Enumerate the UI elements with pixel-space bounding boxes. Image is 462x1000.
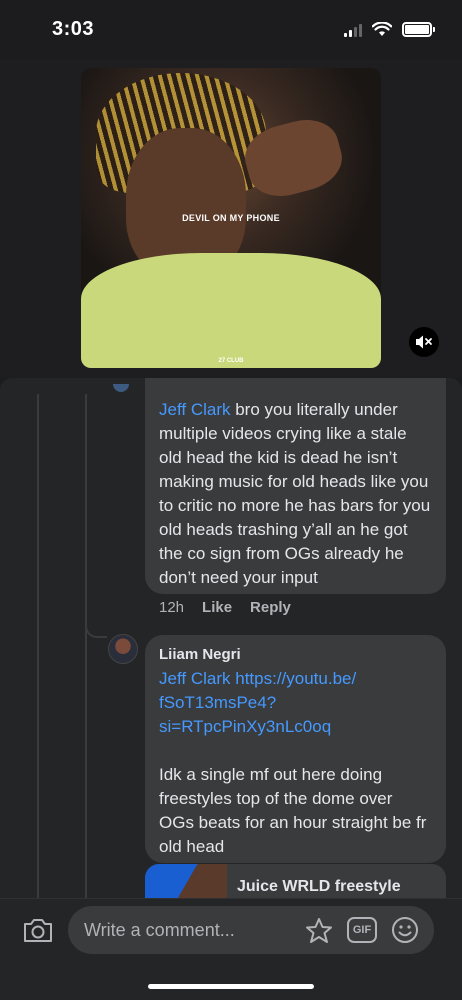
thread-line [37, 394, 39, 914]
mention-link[interactable]: Jeff Clark [159, 669, 231, 688]
comment-bubble[interactable]: Liiam Negri Jeff Clark https://youtu.be/… [145, 635, 446, 863]
status-icons [344, 22, 435, 37]
comment-text: Idk a single mf out here doing freestyle… [159, 765, 427, 856]
comment-time: 12h [159, 599, 185, 616]
video-caption: DEVIL ON MY PHONE [182, 213, 280, 223]
status-bar: 3:03 [0, 0, 462, 60]
video-watermark: 27 CLUB [218, 358, 244, 364]
comment-author[interactable]: Liiam Negri [159, 646, 432, 663]
status-time: 3:03 [52, 18, 95, 40]
home-indicator [148, 984, 314, 989]
comment-input[interactable] [68, 906, 434, 954]
link-preview-title: Juice WRLD freestyle [237, 878, 401, 895]
emoji-icon[interactable] [391, 916, 419, 944]
speaker-muted-icon [416, 335, 432, 349]
camera-icon[interactable] [22, 916, 54, 944]
thread-line [85, 394, 87, 914]
mute-button[interactable] [409, 327, 439, 357]
comment-text: Jeff Clark bro you literally under multi… [159, 400, 431, 587]
mention-link[interactable]: Jeff Clark [159, 400, 231, 419]
sticker-icon[interactable] [304, 917, 334, 945]
comment-text: Jeff Clark https://youtu.be/ fSoT13msPe4… [159, 667, 432, 739]
avatar[interactable] [113, 384, 129, 392]
gif-icon[interactable]: GIF [347, 917, 377, 943]
like-button[interactable]: Like [202, 599, 232, 616]
comment-actions: 12h Like Reply [159, 599, 291, 616]
wifi-icon [372, 22, 392, 36]
thread-connector [85, 610, 107, 638]
comment-bubble[interactable]: Jeff Clark bro you literally under multi… [145, 378, 446, 594]
video-area: DEVIL ON MY PHONE 27 CLUB [0, 60, 462, 378]
battery-icon [402, 22, 435, 37]
reply-button[interactable]: Reply [250, 599, 291, 616]
video-player[interactable]: DEVIL ON MY PHONE 27 CLUB [81, 68, 381, 368]
cellular-signal-icon [344, 23, 362, 37]
avatar[interactable] [108, 634, 138, 664]
